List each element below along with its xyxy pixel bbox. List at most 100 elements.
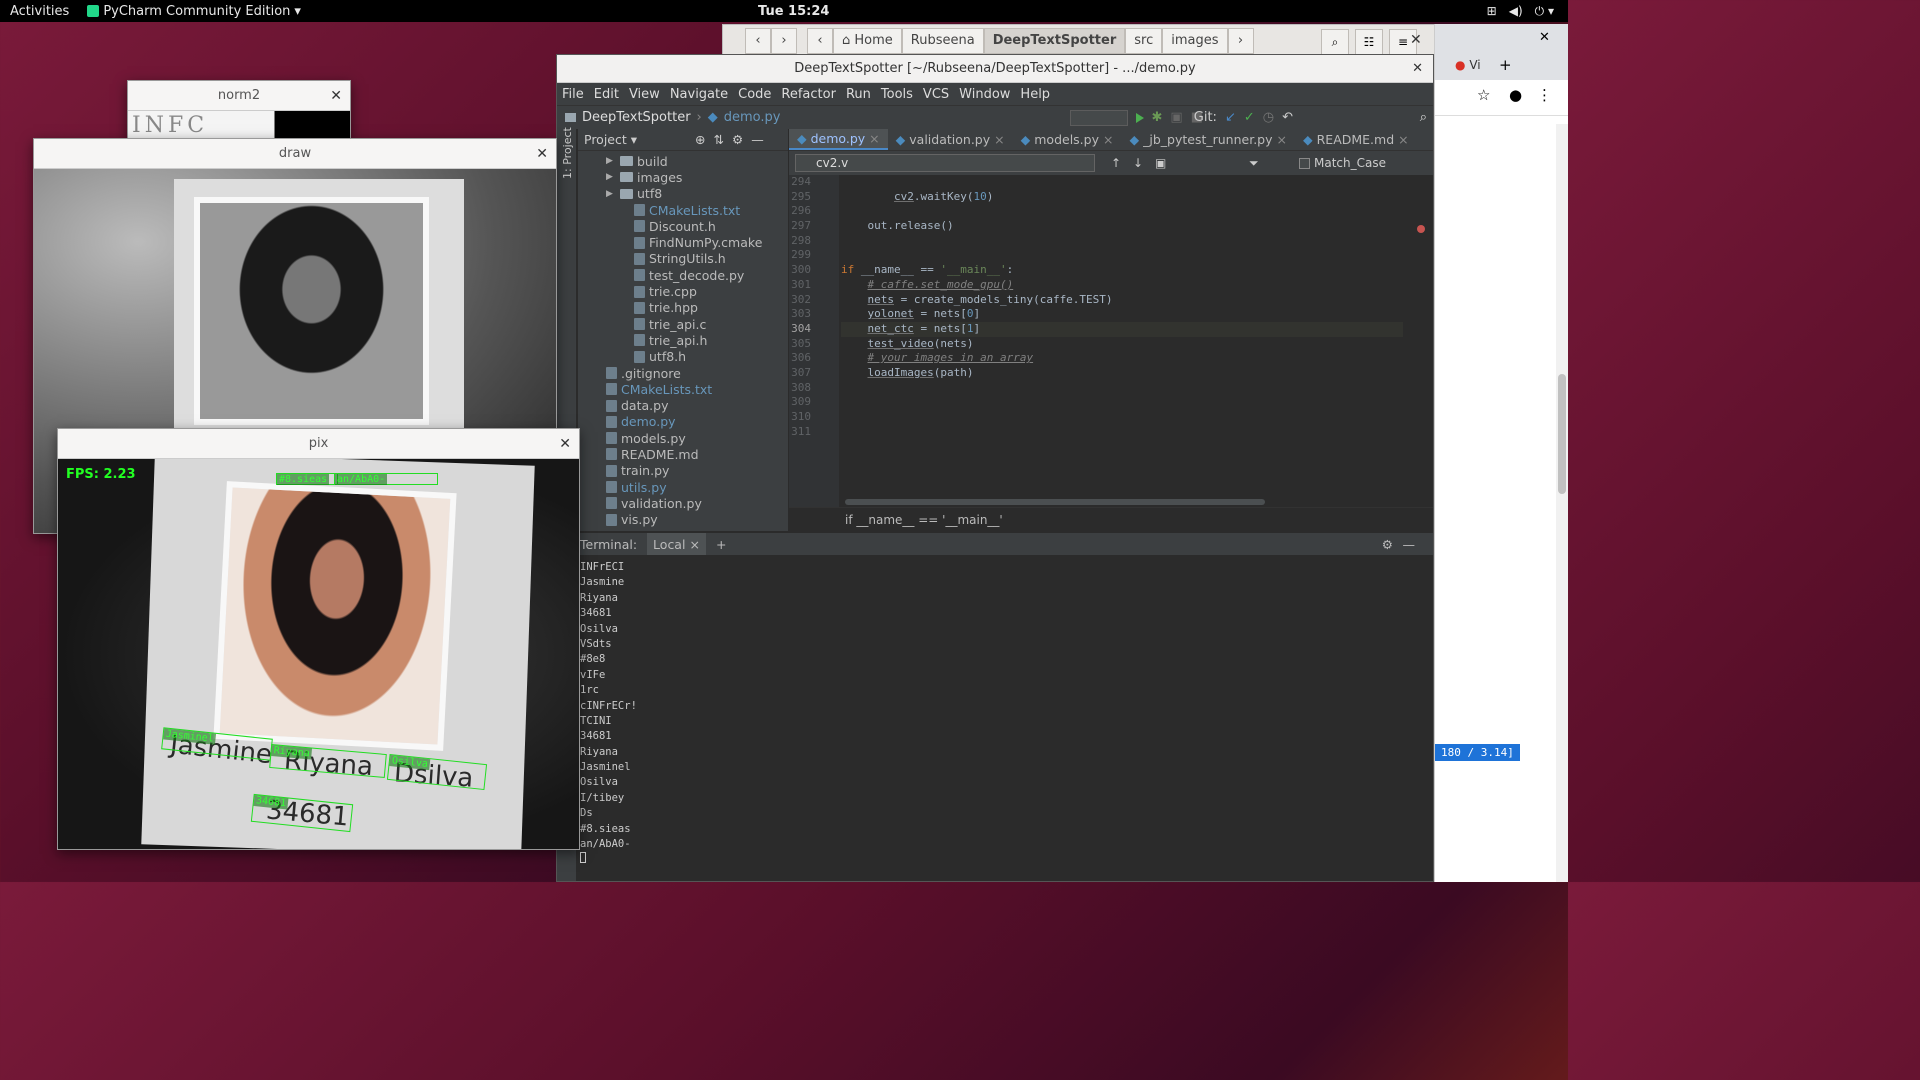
pix-close-icon[interactable]: ✕ — [559, 436, 571, 452]
tree-item[interactable]: ▶ build — [578, 153, 788, 169]
files-close-icon[interactable]: ✕ — [1410, 32, 1422, 48]
tree-item[interactable]: utf8.h — [578, 349, 788, 365]
match-case-option[interactable]: Match_Case — [1299, 156, 1386, 170]
close-tab-icon[interactable]: × — [689, 537, 699, 552]
tree-item[interactable]: trie.hpp — [578, 300, 788, 316]
path-right-icon[interactable]: › — [1227, 27, 1254, 54]
draw-close-icon[interactable]: ✕ — [536, 146, 548, 162]
ide-close-icon[interactable]: ✕ — [1412, 61, 1423, 76]
tree-item[interactable]: CMakeLists.txt — [578, 202, 788, 218]
terminal-hide-icon[interactable]: — — [1403, 537, 1416, 552]
new-tab-icon[interactable]: + — [1499, 56, 1512, 74]
collapse-icon[interactable]: ⇅ — [714, 132, 724, 147]
tree-item[interactable]: validation.py — [578, 495, 788, 511]
menu-item-tools[interactable]: Tools — [881, 87, 913, 102]
project-dropdown[interactable]: Project ▾ — [584, 132, 637, 147]
filter-icon[interactable]: ⏷ — [1249, 156, 1259, 171]
tree-item[interactable]: FindNumPy.cmake — [578, 234, 788, 250]
norm2-close-icon[interactable]: ✕ — [330, 88, 342, 104]
code-view[interactable]: 294 295 296 297 298 299 300 301 302 303 304 305 306 3… — [789, 175, 1433, 507]
menu-item-refactor[interactable]: Refactor — [781, 87, 836, 102]
hide-panel-icon[interactable]: — — [751, 132, 764, 147]
run-icon[interactable] — [1135, 112, 1144, 123]
close-tab-icon[interactable]: × — [1103, 132, 1113, 147]
system-tray[interactable]: ⊞ ◀) ⏻ ▾ — [1487, 4, 1554, 19]
editor-tab[interactable]: ◆ README.md × — [1295, 129, 1417, 150]
terminal-settings-icon[interactable]: ⚙ — [1382, 537, 1393, 552]
tree-item[interactable]: .gitignore — [578, 365, 788, 381]
tree-item[interactable]: models.py — [578, 430, 788, 446]
git-revert-icon[interactable]: ↶ — [1282, 110, 1293, 125]
menu-item-help[interactable]: Help — [1020, 87, 1050, 102]
activities-button[interactable]: Activities — [10, 4, 69, 19]
nav-file[interactable]: demo.py — [724, 110, 781, 125]
code-lines[interactable]: cv2.waitKey(10) out.release() if __name_… — [841, 175, 1403, 507]
debug-icon[interactable]: ✱ — [1152, 110, 1163, 125]
coverage-icon[interactable]: ▣ — [1170, 110, 1182, 125]
terminal-tab-local[interactable]: Local × — [647, 533, 706, 555]
editor-tab[interactable]: ◆ demo.py × — [789, 129, 888, 150]
editor-tab[interactable]: ◆ models.py × — [1013, 129, 1122, 150]
tree-item[interactable]: CMakeLists.txt — [578, 381, 788, 397]
tree-item[interactable]: ▶ utf8 — [578, 186, 788, 202]
path-left-icon[interactable]: ‹ — [807, 27, 833, 54]
crumb-rubseena[interactable]: Rubseena — [901, 27, 984, 54]
horizontal-scrollbar[interactable] — [845, 499, 1265, 505]
view-toggle-icon[interactable]: ☷ — [1355, 29, 1383, 55]
tree-item[interactable]: test_decode.py — [578, 267, 788, 283]
close-tab-icon[interactable]: × — [869, 131, 879, 146]
menu-item-edit[interactable]: Edit — [594, 87, 619, 102]
menu-item-code[interactable]: Code — [738, 87, 771, 102]
clock[interactable]: Tue 15:24 — [758, 4, 829, 19]
tree-item[interactable]: ▶ images — [578, 169, 788, 185]
tree-item[interactable]: trie_api.h — [578, 332, 788, 348]
editor-tab[interactable]: ◆ validation.py × — [888, 129, 1013, 150]
locate-icon[interactable]: ⊕ — [695, 132, 705, 147]
search-everywhere-icon[interactable]: ⌕ — [1420, 110, 1427, 125]
terminal-prompt[interactable] — [578, 852, 1433, 867]
project-tool-tab[interactable]: 1: Project — [561, 127, 574, 179]
new-terminal-icon[interactable]: + — [716, 537, 726, 552]
kebab-menu-icon[interactable]: ⋮ — [1537, 86, 1552, 104]
app-menu[interactable]: PyCharm Community Edition ▾ — [87, 4, 301, 19]
tree-item[interactable]: StringUtils.h — [578, 251, 788, 267]
expand-arrow-icon[interactable]: ▶ — [606, 156, 616, 166]
tree-item[interactable]: README.md — [578, 446, 788, 462]
expand-arrow-icon[interactable]: ▶ — [606, 172, 616, 182]
menu-item-run[interactable]: Run — [846, 87, 871, 102]
bookmark-star-icon[interactable]: ☆ — [1477, 86, 1490, 104]
crumb-deeptextspotter[interactable]: DeepTextSpotter — [983, 27, 1126, 54]
git-history-icon[interactable]: ◷ — [1263, 110, 1274, 125]
browser-tab[interactable]: ● Vi — [1455, 58, 1481, 72]
terminal-output[interactable]: INFrECI Jasmine Riyana 34681 Osilva VSdts #8e8… — [578, 555, 1433, 868]
menu-item-file[interactable]: File — [562, 87, 584, 102]
menu-item-window[interactable]: Window — [959, 87, 1010, 102]
forward-button[interactable]: › — [771, 27, 797, 54]
tree-item[interactable]: data.py — [578, 397, 788, 413]
tree-item[interactable]: trie.cpp — [578, 283, 788, 299]
close-tab-icon[interactable]: × — [1398, 132, 1408, 147]
tree-item[interactable]: demo.py — [578, 414, 788, 430]
run-config-dropdown[interactable] — [1069, 109, 1128, 126]
git-commit-icon[interactable]: ✓ — [1244, 110, 1255, 125]
back-button[interactable]: ‹ — [745, 27, 771, 54]
git-update-icon[interactable]: ↙ — [1225, 110, 1236, 125]
expand-arrow-icon[interactable]: ▶ — [606, 189, 616, 199]
error-stripe[interactable] — [1415, 225, 1427, 555]
account-icon[interactable]: ● — [1509, 86, 1522, 104]
editor-tab[interactable]: ◆ _jb_pytest_runner.py × — [1121, 129, 1295, 150]
browser-scrollbar[interactable] — [1556, 124, 1568, 882]
tree-item[interactable]: Discount.h — [578, 218, 788, 234]
browser-close-icon[interactable]: ✕ — [1539, 30, 1550, 45]
next-occurrence-icon[interactable]: ↓ — [1133, 156, 1143, 170]
address-bar[interactable]: ☆ ● ⋮ — [1435, 80, 1568, 116]
menu-item-view[interactable]: View — [629, 87, 660, 102]
match-case-checkbox[interactable] — [1299, 157, 1310, 169]
tree-item[interactable]: trie_api.c — [578, 316, 788, 332]
settings-gear-icon[interactable]: ⚙ — [732, 132, 743, 147]
code-breadcrumb[interactable]: if __name__ == '__main__' — [789, 507, 1433, 531]
tree-item[interactable]: vis.py — [578, 512, 788, 528]
close-tab-icon[interactable]: × — [994, 132, 1004, 147]
menu-item-vcs[interactable]: VCS — [923, 87, 949, 102]
close-tab-icon[interactable]: × — [1277, 132, 1287, 147]
